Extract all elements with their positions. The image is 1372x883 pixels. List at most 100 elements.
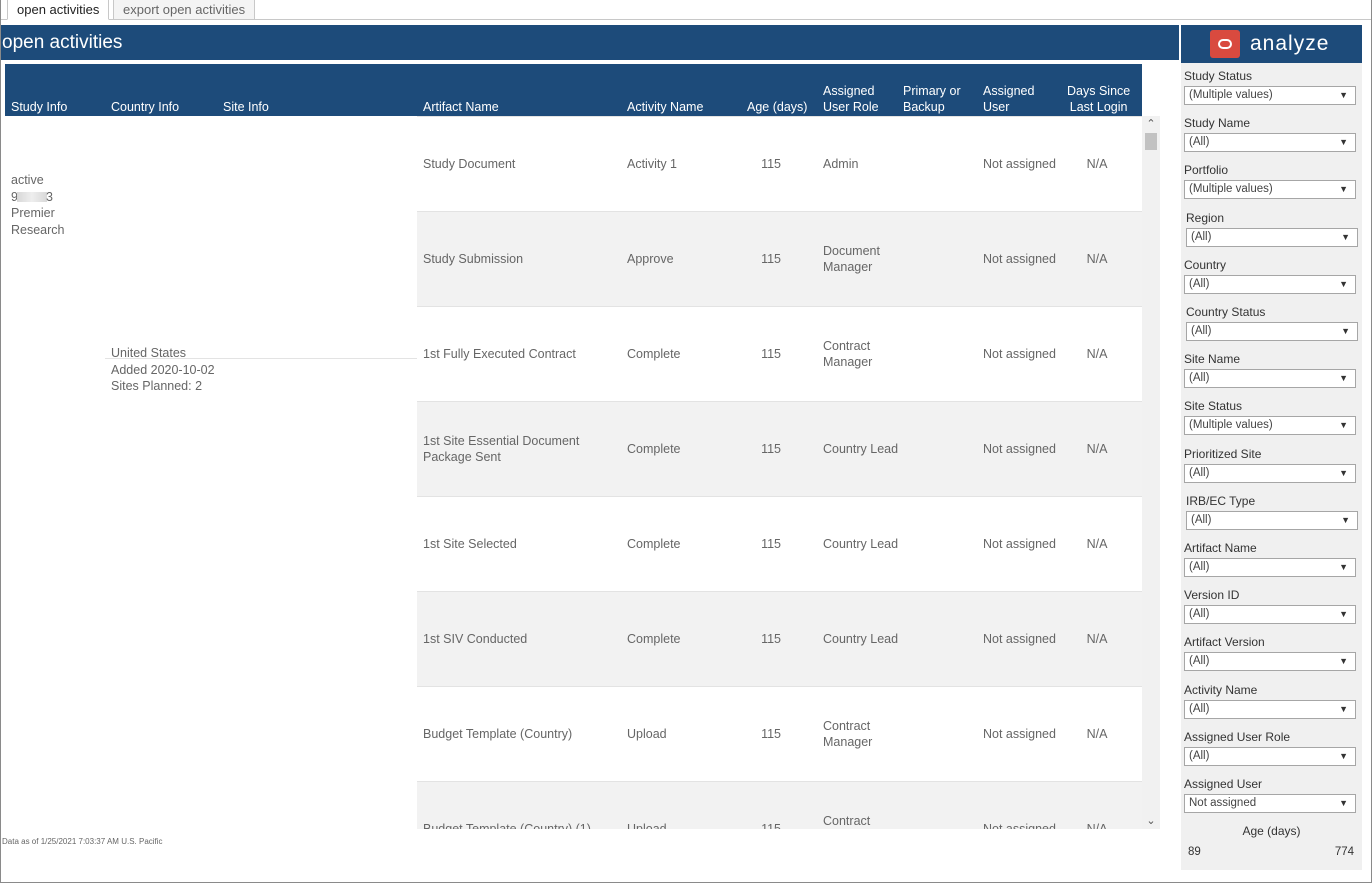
tab-bar: open activities export open activities: [1, 0, 1371, 20]
activities-table: Study Info Country Info Site Info Artifa…: [5, 64, 1142, 829]
age-days-cell: 115: [761, 157, 781, 171]
study-id: 93: [11, 189, 53, 204]
filter-dropdown[interactable]: Not assigned ▼: [1184, 794, 1356, 813]
filter-label: Assigned User: [1184, 777, 1263, 791]
filter-value: (Multiple values): [1189, 183, 1273, 196]
col-site-info[interactable]: Site Info: [223, 99, 269, 115]
activity-name-cell: Complete: [627, 632, 681, 646]
chevron-down-icon[interactable]: ▼: [1339, 653, 1348, 670]
chevron-down-icon[interactable]: ▼: [1339, 417, 1348, 434]
filter-value: (All): [1189, 702, 1210, 715]
days-since-login-cell: N/A: [1086, 632, 1108, 646]
filter-dropdown[interactable]: (All) ▼: [1184, 558, 1356, 577]
chevron-down-icon[interactable]: ▼: [1339, 276, 1348, 293]
days-since-login-cell: N/A: [1086, 442, 1108, 456]
filter-dropdown[interactable]: (All) ▼: [1186, 322, 1358, 341]
chevron-down-icon[interactable]: ▼: [1341, 512, 1350, 529]
chevron-down-icon[interactable]: ▼: [1339, 370, 1348, 387]
scroll-down-icon[interactable]: ⌄: [1142, 813, 1160, 829]
age-filter-min[interactable]: 89: [1188, 846, 1201, 858]
filter-label: Assigned User Role: [1184, 729, 1291, 744]
chevron-down-icon[interactable]: ▼: [1339, 795, 1348, 812]
filter-dropdown[interactable]: (All) ▼: [1184, 133, 1356, 153]
chevron-down-icon[interactable]: ▼: [1339, 606, 1348, 623]
filter-value: (Multiple values): [1189, 419, 1273, 432]
filter-value: (All): [1191, 325, 1212, 337]
filter-label: Study Status: [1184, 69, 1253, 83]
filter-dropdown[interactable]: (All) ▼: [1184, 274, 1356, 294]
chevron-down-icon[interactable]: ▼: [1339, 559, 1348, 576]
age-filter-max[interactable]: 774: [1335, 846, 1354, 858]
filter-dropdown[interactable]: (All) ▼: [1186, 227, 1358, 247]
filter-dropdown[interactable]: (Multiple values) ▼: [1184, 180, 1356, 200]
tab-open-activities[interactable]: open activities: [7, 0, 110, 20]
age-days-cell: 115: [761, 632, 781, 646]
assigned-user-role-cell: Country Lead: [823, 632, 899, 646]
artifact-name-cell: 1st Fully Executed Contract: [423, 347, 576, 361]
filter-label: Region: [1186, 210, 1225, 225]
age-filter-label: Age (days): [1242, 824, 1301, 838]
filter-value: (All): [1189, 655, 1210, 668]
table-row[interactable]: Budget Template (Country) (1) Upload 115 Co…: [417, 781, 1142, 829]
col-assigned-user-role[interactable]: Assigned User Role: [823, 83, 879, 115]
chevron-down-icon[interactable]: ▼: [1341, 229, 1350, 246]
filter-label: Artifact Version: [1184, 635, 1265, 650]
col-study-info[interactable]: Study Info: [11, 99, 67, 115]
filter-dropdown[interactable]: (Multiple values) ▼: [1184, 86, 1356, 105]
tab-export-open-activities[interactable]: export open activities: [113, 0, 256, 20]
filter-dropdown[interactable]: (Multiple values) ▼: [1184, 416, 1356, 436]
col-days-since-last-login[interactable]: Days Since Last Login: [1067, 83, 1130, 115]
filter-dropdown[interactable]: (All) ▼: [1184, 652, 1356, 672]
scroll-up-icon[interactable]: ⌃: [1142, 116, 1160, 132]
assigned-user-cell: Not assigned: [983, 727, 1056, 741]
filter-dropdown[interactable]: (All) ▼: [1184, 369, 1356, 389]
chevron-down-icon[interactable]: ▼: [1339, 181, 1348, 198]
chevron-down-icon[interactable]: ▼: [1339, 465, 1348, 482]
filter-label: Study Name: [1184, 116, 1251, 131]
table-row[interactable]: 1st Site Selected Complete 115 Country Lead…: [417, 496, 1142, 591]
artifact-name-cell: Study Document: [423, 157, 516, 171]
filter-value: (All): [1191, 513, 1212, 526]
activity-name-cell: Complete: [627, 537, 681, 551]
col-country-info[interactable]: Country Info: [111, 99, 179, 115]
chevron-down-icon[interactable]: ▼: [1339, 701, 1348, 718]
col-age-days[interactable]: Age (days): [747, 99, 807, 115]
chevron-down-icon[interactable]: ▼: [1339, 134, 1348, 151]
table-scrollbar[interactable]: ⌃ ⌄: [1142, 116, 1160, 829]
chevron-down-icon[interactable]: ▼: [1339, 748, 1348, 765]
table-row[interactable]: Budget Template (Country) Upload 115 Contra…: [417, 686, 1142, 781]
table-row[interactable]: Study Document Activity 1 115 Admin Not assi…: [417, 116, 1142, 211]
table-row[interactable]: 1st Fully Executed Contract Complete 115 Co…: [417, 306, 1142, 401]
filter-dropdown[interactable]: (All) ▼: [1184, 699, 1356, 719]
assigned-user-cell: Not assigned: [983, 632, 1056, 646]
assigned-user-role-cell: Contract Manager: [823, 719, 873, 749]
col-primary-or-backup[interactable]: Primary or Backup: [903, 83, 961, 115]
chevron-down-icon[interactable]: ▼: [1341, 323, 1350, 340]
filter-value: (Multiple values): [1189, 89, 1273, 101]
table-row[interactable]: Study Submission Approve 115 Document Manag…: [417, 211, 1142, 306]
activity-name-cell: Activity 1: [627, 157, 678, 171]
filter-value: (All): [1189, 608, 1210, 621]
filter-label: Site Name: [1184, 352, 1241, 367]
table-row[interactable]: 1st SIV Conducted Complete 115 Country Lead…: [417, 591, 1142, 686]
country-info-cell: United States Added 2020-10-02 Sites Pla…: [111, 345, 215, 395]
activity-name-cell: Complete: [627, 442, 681, 456]
assigned-user-role-cell: Admin: [823, 157, 859, 171]
scroll-thumb[interactable]: [1145, 133, 1157, 150]
assigned-user-cell: Not assigned: [983, 157, 1056, 171]
filter-dropdown[interactable]: (All) ▼: [1184, 746, 1356, 766]
filter-dropdown[interactable]: (All) ▼: [1184, 463, 1356, 483]
study-status: active: [11, 173, 44, 187]
col-artifact-name[interactable]: Artifact Name: [423, 99, 499, 115]
table-row[interactable]: 1st Site Essential Document Package Sent…: [417, 401, 1142, 496]
chevron-down-icon[interactable]: ▼: [1339, 87, 1348, 104]
col-activity-name[interactable]: Activity Name: [627, 99, 703, 115]
filter-label: Portfolio: [1184, 163, 1229, 178]
days-since-login-cell: N/A: [1086, 727, 1108, 741]
filter-dropdown[interactable]: (All) ▼: [1186, 510, 1358, 530]
filter-dropdown[interactable]: (All) ▼: [1184, 605, 1356, 625]
age-days-cell: 115: [761, 822, 781, 829]
page-title: open activities: [2, 32, 123, 53]
assigned-user-role-cell: Country Lead: [823, 442, 899, 456]
col-assigned-user[interactable]: Assigned User: [983, 83, 1034, 115]
